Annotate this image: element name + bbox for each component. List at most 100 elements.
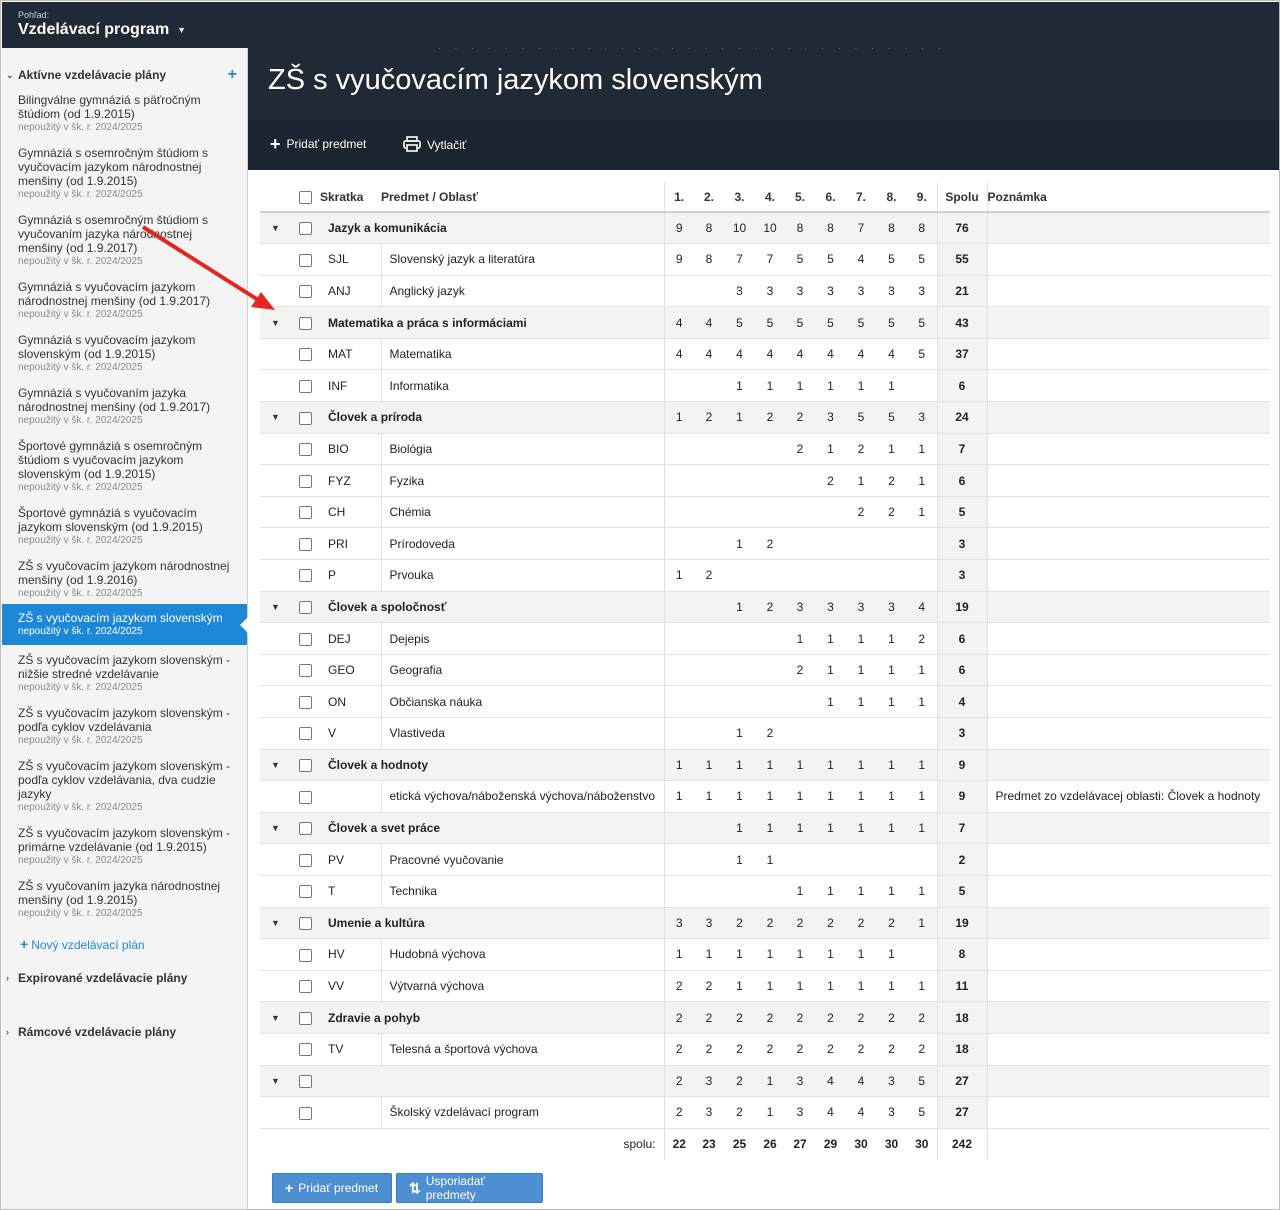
row-checkbox[interactable]	[291, 243, 320, 276]
row-checkbox[interactable]	[291, 212, 320, 245]
chevron-right-icon[interactable]: ›	[6, 1022, 9, 1042]
sidebar-plan-item[interactable]: ZŠ s vyučovaním jazyka národnostnej menš…	[2, 871, 247, 924]
checkbox-icon[interactable]	[299, 917, 312, 931]
sidebar-plan-item[interactable]: ZŠ s vyučovacím jazykom národnostnej men…	[2, 551, 247, 604]
caret-down-icon[interactable]: ▼	[271, 760, 280, 770]
checkbox-icon[interactable]	[299, 948, 312, 962]
view-switcher[interactable]: Pohľad: Vzdelávací program ▼	[2, 2, 248, 48]
caret-down-icon[interactable]: ▼	[271, 412, 280, 422]
checkbox-icon[interactable]	[299, 1043, 312, 1057]
row-checkbox[interactable]	[291, 401, 320, 434]
checkbox-icon[interactable]	[299, 443, 312, 457]
collapse-toggle[interactable]: ▼	[260, 812, 291, 845]
sidebar-plan-item[interactable]: ZŠ s vyučovacím jazykom slovenským - niž…	[2, 645, 247, 698]
row-checkbox[interactable]	[291, 654, 320, 687]
row-checkbox[interactable]	[291, 464, 320, 497]
collapse-toggle[interactable]: ▼	[260, 749, 291, 782]
section-active-plans[interactable]: ⌄ Aktívne vzdelávacie plány +	[2, 65, 247, 85]
checkbox-icon[interactable]	[299, 316, 312, 330]
sidebar-plan-item[interactable]: Bilingválne gymnáziá s päťročným štúdiom…	[2, 85, 247, 138]
row-checkbox[interactable]	[291, 1001, 320, 1034]
checkbox-icon[interactable]	[299, 474, 312, 488]
sort-subjects-button[interactable]: ⇅ Usporiadať predmety	[396, 1173, 543, 1203]
collapse-toggle[interactable]: ▼	[260, 907, 291, 940]
checkbox-icon[interactable]	[299, 1011, 312, 1025]
row-checkbox[interactable]	[291, 433, 320, 466]
sidebar-plan-item[interactable]: Športové gymnáziá s vyučovacím jazykom s…	[2, 498, 247, 551]
row-checkbox[interactable]	[291, 559, 320, 592]
sidebar-plan-item[interactable]: ZŠ s vyučovacím jazykom slovenským nepouž…	[2, 604, 248, 645]
row-checkbox[interactable]	[291, 622, 320, 655]
caret-down-icon[interactable]: ▼	[271, 602, 280, 612]
checkbox-icon[interactable]	[299, 885, 312, 899]
checkbox-icon[interactable]	[299, 790, 312, 804]
checkbox-icon[interactable]	[299, 222, 312, 236]
checkbox-icon[interactable]	[299, 569, 312, 583]
add-plan-icon[interactable]: +	[228, 65, 237, 85]
collapse-toggle[interactable]: ▼	[260, 401, 291, 434]
sidebar-plan-item[interactable]: Gymnáziá s vyučovacím jazykom slovenským…	[2, 325, 247, 378]
sidebar-plan-item[interactable]: ZŠ s vyučovacím jazykom slovenským - pri…	[2, 818, 247, 871]
row-checkbox[interactable]	[291, 306, 320, 339]
row-checkbox[interactable]	[291, 780, 320, 813]
checkbox-icon[interactable]	[299, 348, 312, 362]
row-checkbox[interactable]	[291, 970, 320, 1003]
row-checkbox[interactable]	[291, 843, 320, 876]
caret-down-icon[interactable]: ▼	[271, 823, 280, 833]
sidebar-plan-item[interactable]: Gymnáziá s osemročným štúdiom s vyučovac…	[2, 138, 247, 205]
row-checkbox[interactable]	[291, 749, 320, 782]
checkbox-icon[interactable]	[299, 980, 312, 994]
collapse-toggle[interactable]: ▼	[260, 306, 291, 339]
chevron-right-icon[interactable]: ›	[6, 968, 9, 988]
checkbox-icon[interactable]	[299, 537, 312, 551]
checkbox-icon[interactable]	[299, 695, 312, 709]
print-button[interactable]: Vytlačiť	[403, 136, 466, 154]
row-checkbox[interactable]	[291, 591, 320, 624]
sidebar-plan-item[interactable]: ZŠ s vyučovacím jazykom slovenským - pod…	[2, 698, 247, 751]
caret-down-icon[interactable]: ▼	[271, 1013, 280, 1023]
checkbox-icon[interactable]	[299, 601, 312, 615]
row-checkbox[interactable]	[291, 1096, 320, 1129]
collapse-toggle[interactable]: ▼	[260, 591, 291, 624]
select-all-checkbox[interactable]	[291, 182, 320, 213]
checkbox-icon[interactable]	[299, 1106, 312, 1120]
add-subject-bottom-button[interactable]: + Pridať predmet	[272, 1173, 392, 1203]
row-checkbox[interactable]	[291, 938, 320, 971]
row-checkbox[interactable]	[291, 338, 320, 371]
sidebar-plan-item[interactable]: ZŠ s vyučovacím jazykom slovenským - pod…	[2, 751, 247, 818]
new-plan-link[interactable]: + Nový vzdelávací plán	[2, 934, 247, 954]
checkbox-icon[interactable]	[299, 759, 312, 773]
checkbox-icon[interactable]	[299, 379, 312, 393]
checkbox-icon[interactable]	[299, 664, 312, 678]
row-checkbox[interactable]	[291, 496, 320, 529]
row-checkbox[interactable]	[291, 812, 320, 845]
checkbox-icon[interactable]	[299, 853, 312, 867]
checkbox-icon[interactable]	[299, 411, 312, 425]
row-checkbox[interactable]	[291, 275, 320, 308]
checkbox-icon[interactable]	[299, 1074, 312, 1088]
checkbox-icon[interactable]	[299, 253, 312, 267]
checkbox-icon[interactable]	[299, 632, 312, 646]
row-checkbox[interactable]	[291, 685, 320, 718]
row-checkbox[interactable]	[291, 1065, 320, 1098]
checkbox-icon[interactable]	[299, 506, 312, 520]
collapse-toggle[interactable]: ▼	[260, 1001, 291, 1034]
checkbox-icon[interactable]	[299, 190, 312, 204]
checkbox-icon[interactable]	[299, 727, 312, 741]
caret-down-icon[interactable]: ▼	[271, 318, 280, 328]
add-subject-button[interactable]: + Pridať predmet	[270, 135, 366, 153]
chevron-down-icon[interactable]: ▼	[177, 25, 186, 35]
chevron-down-icon[interactable]: ⌄	[6, 65, 14, 85]
checkbox-icon[interactable]	[299, 822, 312, 836]
checkbox-icon[interactable]	[299, 285, 312, 299]
sidebar-plan-item[interactable]: Športové gymnáziá s osemročným štúdiom s…	[2, 431, 247, 498]
row-checkbox[interactable]	[291, 369, 320, 403]
section-expired-plans[interactable]: › Expirované vzdelávacie plány	[2, 968, 247, 988]
caret-down-icon[interactable]: ▼	[271, 1076, 280, 1086]
caret-down-icon[interactable]: ▼	[271, 918, 280, 928]
section-framework-plans[interactable]: › Rámcové vzdelávacie plány	[2, 1022, 247, 1042]
row-checkbox[interactable]	[291, 527, 320, 561]
sidebar-plan-item[interactable]: Gymnáziá s vyučovaním jazyka národnostne…	[2, 378, 247, 431]
row-checkbox[interactable]	[291, 717, 320, 750]
row-checkbox[interactable]	[291, 907, 320, 940]
